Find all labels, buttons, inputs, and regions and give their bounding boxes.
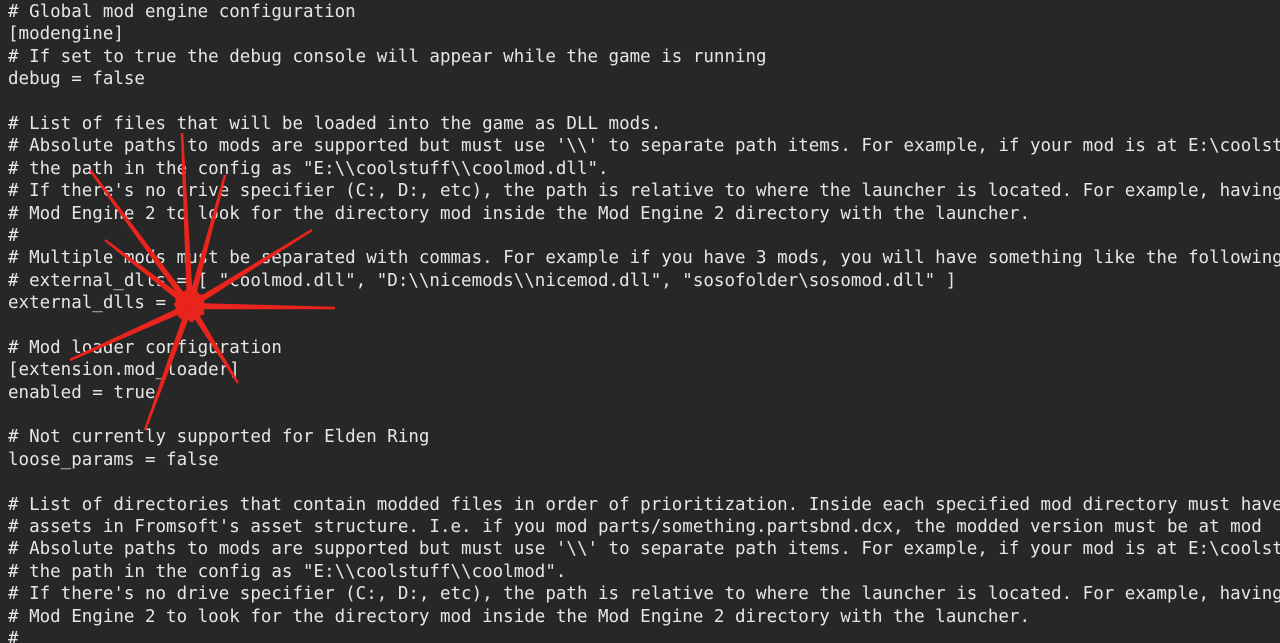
code-line: # If there's no drive specifier (C:, D:,… xyxy=(8,584,1280,605)
code-lines: # Global mod engine configuration [moden… xyxy=(8,1,1280,643)
code-line: [extension.mod_loader] xyxy=(8,360,240,381)
code-line: # assets in Fromsoft's asset structure. … xyxy=(8,516,1262,537)
code-line: loose_params = false xyxy=(8,449,219,470)
code-line: # Not currently supported for Elden Ring xyxy=(8,427,430,448)
code-line: [modengine] xyxy=(8,24,124,45)
text-editor[interactable]: # Global mod engine configuration [moden… xyxy=(0,0,1280,643)
code-line: # external_dlls = [ "coolmod.dll", "D:\\… xyxy=(8,270,957,291)
code-line: debug = false xyxy=(8,69,145,90)
code-line: # the path in the config as "E:\\coolstu… xyxy=(8,561,567,582)
code-line: # the path in the config as "E:\\coolstu… xyxy=(8,158,609,179)
code-line: # If there's no drive specifier (C:, D:,… xyxy=(8,181,1280,202)
code-line: # Mod Engine 2 to look for the directory… xyxy=(8,203,1030,224)
code-line: # Multiple mods must be separated with c… xyxy=(8,248,1280,269)
code-line: # List of directories that contain modde… xyxy=(8,494,1280,515)
code-line: # Absolute paths to mods are supported b… xyxy=(8,539,1280,560)
code-line-external-dlls: external_dlls = [] xyxy=(8,293,198,314)
code-line: # Absolute paths to mods are supported b… xyxy=(8,136,1280,157)
code-line: enabled = true xyxy=(8,382,156,403)
code-line: # If set to true the debug console will … xyxy=(8,46,767,67)
code-line: # List of files that will be loaded into… xyxy=(8,113,662,134)
code-line: # Global mod engine configuration xyxy=(8,2,356,22)
code-line: # xyxy=(8,628,19,643)
code-line: # Mod Engine 2 to look for the directory… xyxy=(8,606,1030,627)
code-line: # xyxy=(8,225,19,246)
code-line: # Mod loader configuration xyxy=(8,337,282,358)
